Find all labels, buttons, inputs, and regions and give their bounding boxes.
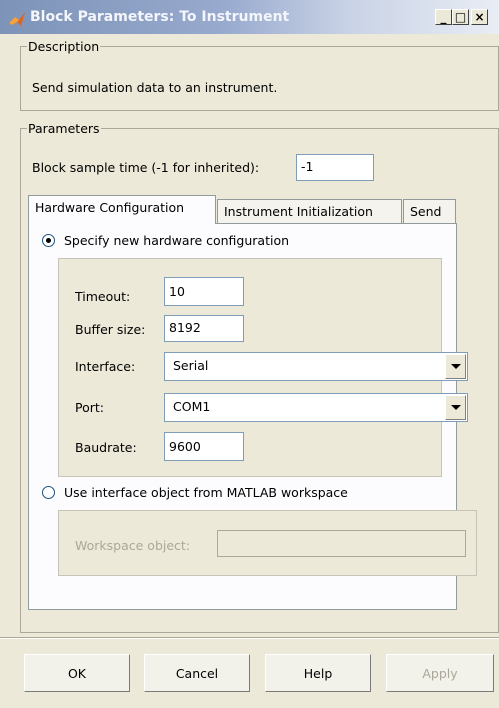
- sample-time-input[interactable]: -1: [296, 154, 374, 181]
- baudrate-input[interactable]: 9600: [164, 432, 244, 461]
- maximize-button[interactable]: □: [452, 9, 469, 25]
- close-button[interactable]: ×: [471, 9, 488, 25]
- parameters-legend: Parameters: [28, 121, 100, 136]
- baudrate-label: Baudrate:: [75, 440, 137, 455]
- minimize-button[interactable]: _: [435, 9, 452, 25]
- window-title: Block Parameters: To Instrument: [30, 9, 290, 25]
- description-legend: Description: [28, 39, 100, 54]
- description-text: Send simulation data to an instrument.: [32, 80, 278, 95]
- sample-time-label: Block sample time (-1 for inherited):: [32, 160, 260, 175]
- tab-hardware-configuration[interactable]: Hardware Configuration: [28, 195, 216, 224]
- timeout-label: Timeout:: [75, 289, 131, 304]
- cancel-button[interactable]: Cancel: [144, 654, 250, 692]
- interface-dropdown[interactable]: Serial: [164, 352, 468, 381]
- interface-value: Serial: [173, 358, 209, 373]
- description-group: Description: [20, 39, 499, 111]
- maximize-icon: □: [454, 10, 467, 24]
- tab-instrument-initialization[interactable]: Instrument Initialization: [217, 199, 402, 223]
- matlab-logo-icon: [9, 12, 25, 26]
- port-label: Port:: [75, 400, 104, 415]
- minimize-icon: _: [440, 10, 447, 24]
- radio-selected-dot: [46, 238, 51, 243]
- use-interface-object-label[interactable]: Use interface object from MATLAB workspa…: [64, 485, 348, 500]
- workspace-object-input[interactable]: [217, 530, 466, 557]
- buffer-size-label: Buffer size:: [75, 322, 146, 337]
- tab-send[interactable]: Send: [403, 199, 456, 223]
- interface-label: Interface:: [75, 359, 136, 374]
- use-interface-object-radio[interactable]: [42, 486, 55, 499]
- chevron-down-icon[interactable]: [445, 354, 466, 379]
- port-dropdown[interactable]: COM1: [164, 393, 468, 422]
- timeout-input[interactable]: 10: [164, 277, 244, 306]
- help-button[interactable]: Help: [265, 654, 371, 692]
- specify-new-hardware-label[interactable]: Specify new hardware configuration: [64, 233, 289, 248]
- port-value: COM1: [173, 399, 211, 414]
- workspace-object-label: Workspace object:: [75, 538, 191, 553]
- chevron-down-icon[interactable]: [445, 395, 466, 420]
- specify-new-hardware-radio[interactable]: [42, 234, 55, 247]
- ok-button[interactable]: OK: [24, 654, 130, 692]
- close-icon: ×: [474, 10, 485, 24]
- apply-button[interactable]: Apply: [386, 654, 494, 692]
- buffer-size-input[interactable]: 8192: [164, 315, 244, 342]
- separator: [0, 637, 499, 639]
